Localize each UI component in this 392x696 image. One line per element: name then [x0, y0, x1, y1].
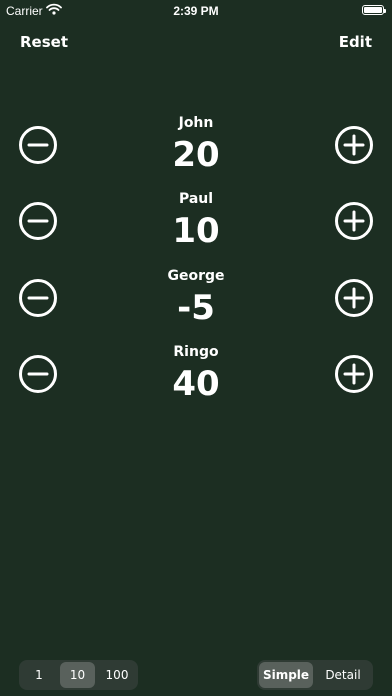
- plus-circle-icon: [335, 202, 373, 240]
- player-row: Ringo 40: [0, 344, 392, 421]
- increment-segmented-control: 1 10 100: [19, 660, 138, 690]
- player-row: John 20: [0, 115, 392, 192]
- increment-option-100[interactable]: 100: [98, 662, 136, 688]
- battery-icon: [362, 5, 386, 15]
- view-mode-segmented-control: Simple Detail: [257, 660, 373, 690]
- increment-button[interactable]: [334, 125, 374, 165]
- player-row: George -5: [0, 268, 392, 345]
- edit-button[interactable]: Edit: [339, 33, 372, 51]
- reset-button[interactable]: Reset: [20, 33, 68, 51]
- player-row: Paul 10: [0, 191, 392, 268]
- status-time: 2:39 PM: [173, 4, 219, 18]
- plus-circle-icon: [335, 279, 373, 317]
- view-option-simple[interactable]: Simple: [259, 662, 313, 688]
- plus-circle-icon: [335, 355, 373, 393]
- increment-button[interactable]: [334, 201, 374, 241]
- increment-button[interactable]: [334, 278, 374, 318]
- increment-button[interactable]: [334, 354, 374, 394]
- status-bar: Carrier 2:39 PM: [0, 0, 392, 22]
- increment-option-10[interactable]: 10: [60, 662, 95, 688]
- view-option-detail[interactable]: Detail: [315, 662, 371, 688]
- increment-option-1[interactable]: 1: [21, 662, 57, 688]
- plus-circle-icon: [335, 126, 373, 164]
